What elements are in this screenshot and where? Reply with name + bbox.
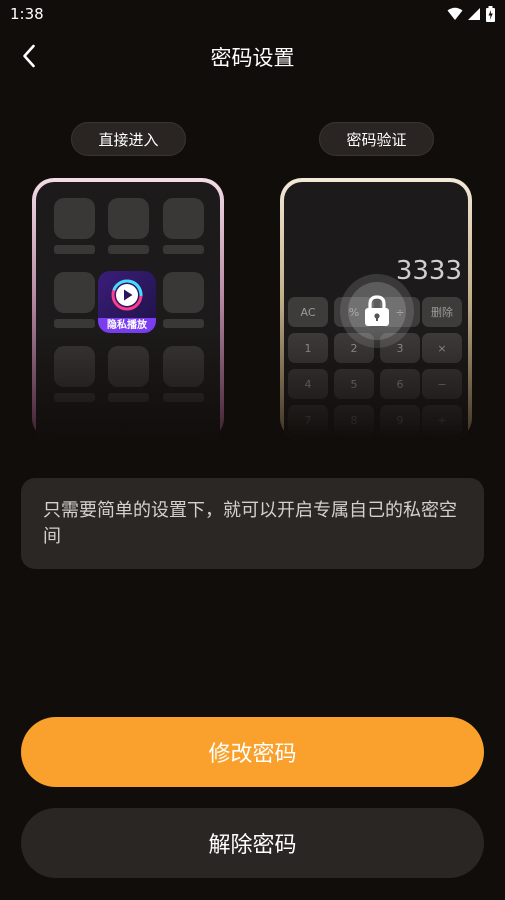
- tab-direct-entry[interactable]: 直接进入: [71, 122, 186, 156]
- play-icon: [111, 279, 143, 311]
- lock-icon: [365, 295, 389, 326]
- screen-fade: [284, 330, 468, 440]
- privacy-player-app: 隐私播放: [98, 271, 156, 333]
- app-placeholder: [54, 272, 95, 313]
- battery-icon: [486, 6, 495, 22]
- app-placeholder: [54, 198, 95, 239]
- description-card: 只需要简单的设置下，就可以开启专属自己的私密空间: [21, 478, 484, 569]
- app-placeholder: [163, 198, 204, 239]
- screen-fade: [36, 330, 220, 440]
- status-bar: 1:38: [0, 0, 505, 28]
- app-label-placeholder: [54, 245, 95, 254]
- app-label-placeholder: [163, 245, 204, 254]
- app-label-placeholder: [163, 319, 204, 328]
- app-placeholder: [163, 272, 204, 313]
- calculator-display: 3333: [395, 256, 462, 286]
- wifi-icon: [447, 7, 463, 20]
- tab-password-verify[interactable]: 密码验证: [319, 122, 434, 156]
- app-label-placeholder: [108, 245, 149, 254]
- app-label-placeholder: [54, 319, 95, 328]
- calc-key: 删除: [422, 297, 462, 327]
- direct-entry-preview[interactable]: 隐私播放: [32, 178, 224, 440]
- page-title: 密码设置: [210, 46, 295, 70]
- status-time: 1:38: [10, 5, 44, 23]
- status-icons: [447, 6, 495, 22]
- description-text: 只需要简单的设置下，就可以开启专属自己的私密空间: [43, 500, 457, 547]
- header: 密码设置: [0, 28, 505, 84]
- calculator-screen: 3333 AC % ÷ 删除 1 2 3 × 4 5 6 − 7 8 9 +: [284, 182, 468, 440]
- direct-entry-screen: 隐私播放: [36, 182, 220, 440]
- password-verify-preview[interactable]: 3333 AC % ÷ 删除 1 2 3 × 4 5 6 − 7 8 9 +: [280, 178, 472, 440]
- signal-icon: [468, 8, 480, 20]
- modify-password-button[interactable]: 修改密码: [21, 717, 484, 787]
- remove-password-button[interactable]: 解除密码: [21, 808, 484, 878]
- app-placeholder: [108, 198, 149, 239]
- calc-key: AC: [288, 297, 328, 327]
